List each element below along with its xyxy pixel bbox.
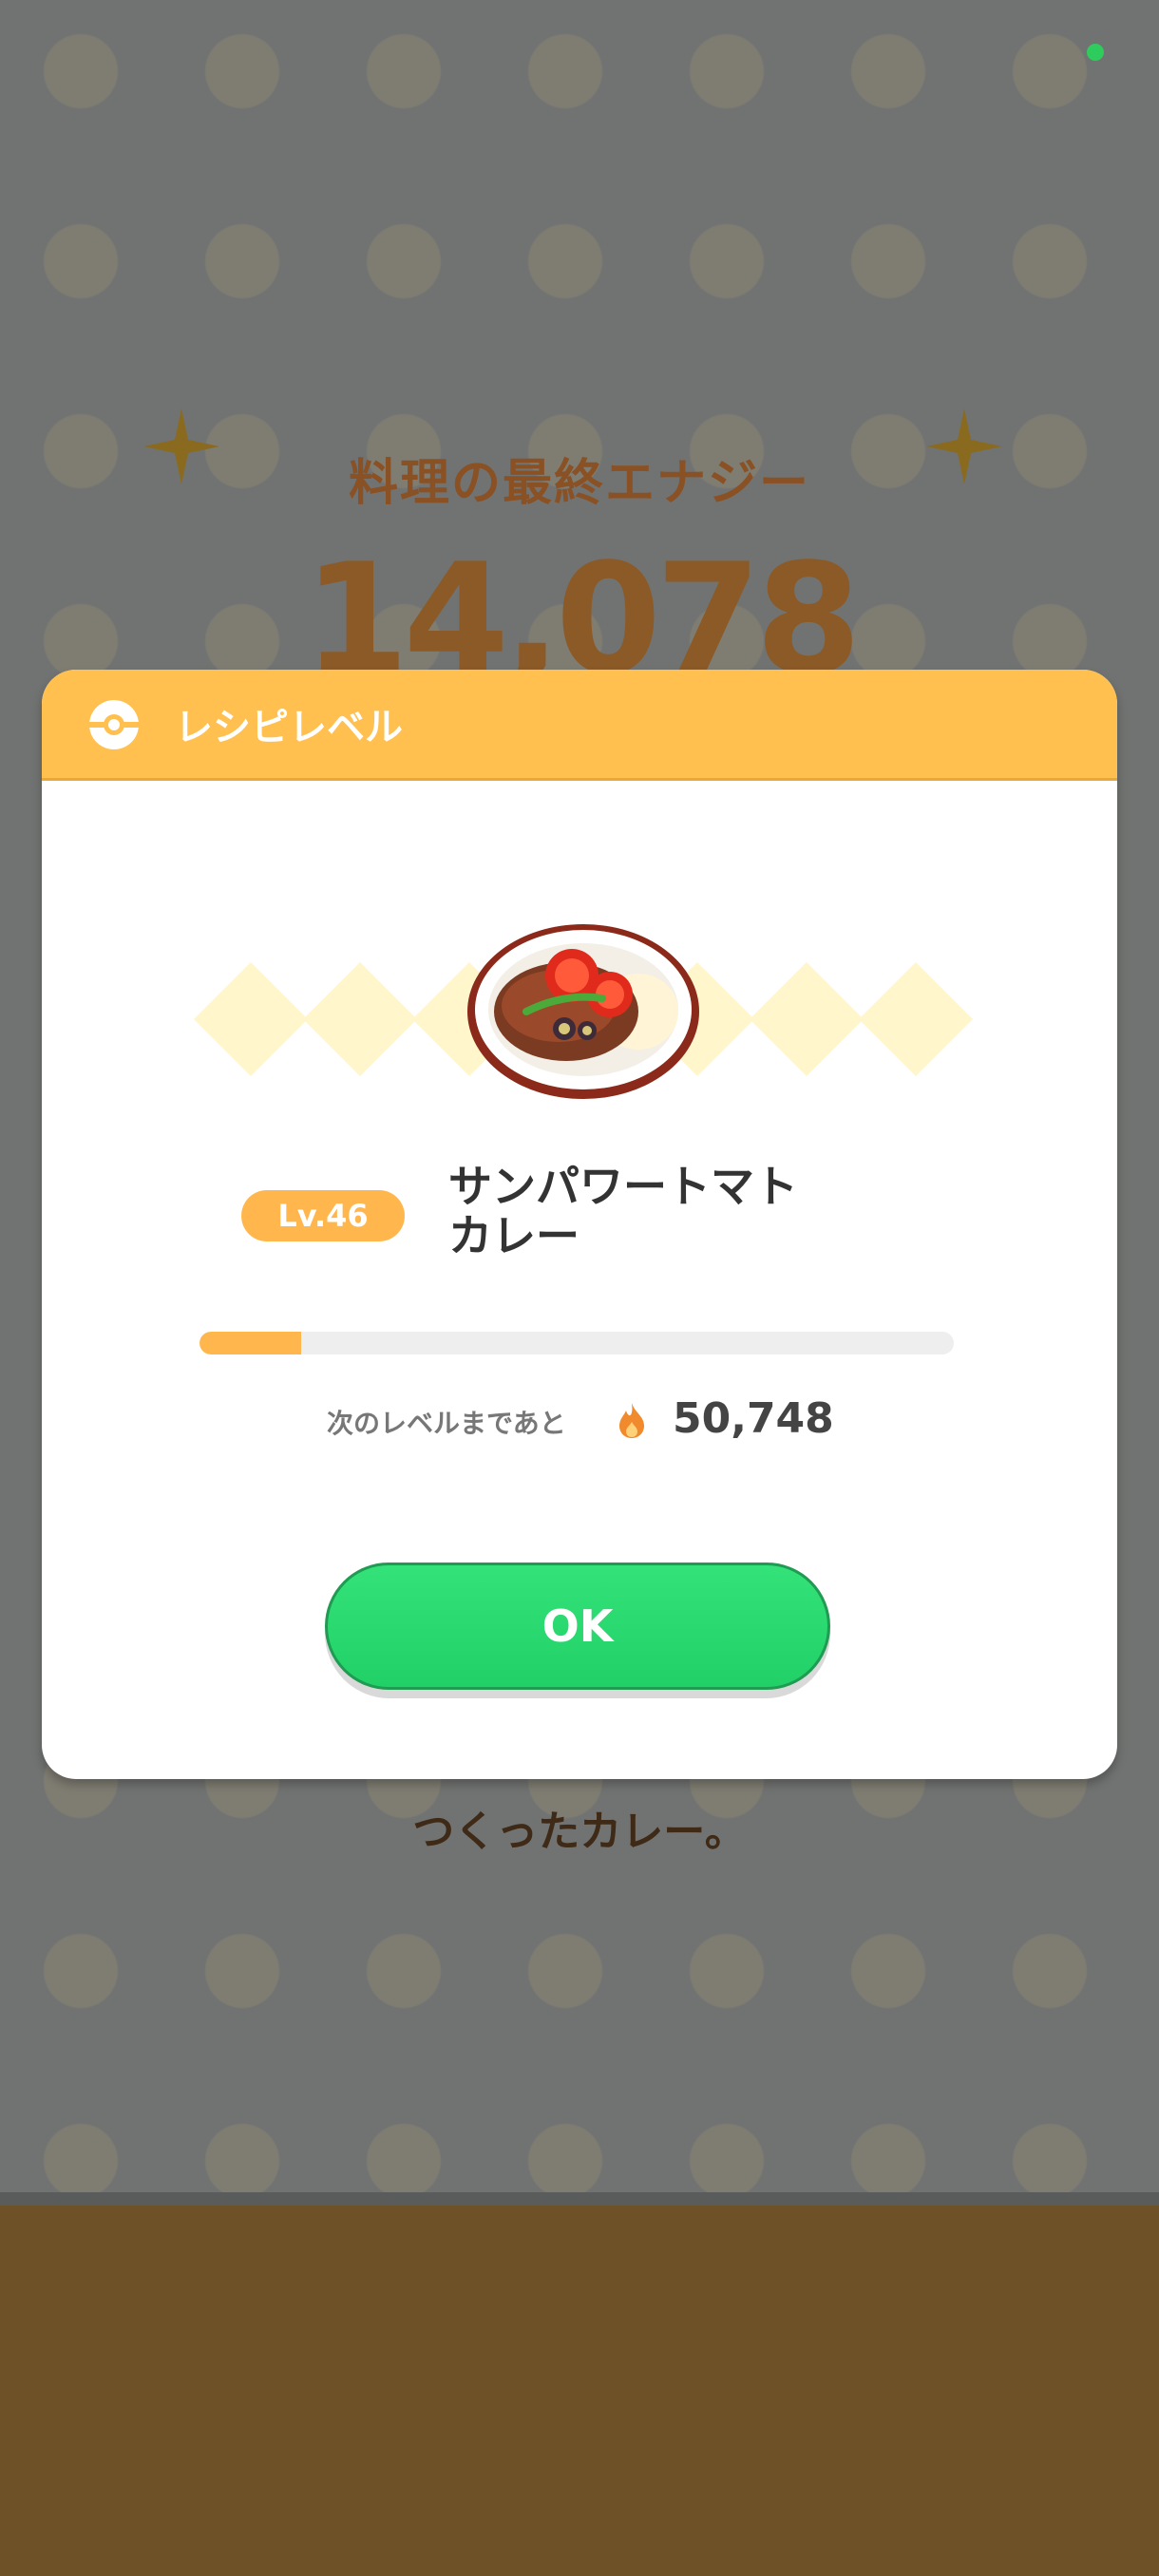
energy-title: 料理の最終エナジー [348,455,810,512]
level-badge: Lv.46 [241,1190,405,1241]
recipe-name: サンパワートマト カレー [448,1162,942,1260]
level-progress-fill [200,1332,302,1354]
footer-text: つくったカレー。 [412,1808,747,1856]
level-progress-bar [200,1332,954,1354]
flame-icon [619,1403,644,1438]
floor [0,2206,1159,2576]
ok-button[interactable]: OK [325,1563,830,1690]
dialog-header: レシピレベル [42,670,1117,781]
curry-dish-image [467,924,699,1099]
recipe-level-dialog: レシピレベル Lv.46 サンパワートマト カレー 次のレベルまであと 50,7… [42,670,1117,1779]
status-indicator-dot [1087,44,1104,61]
recipe-name-line2: カレー [448,1210,580,1261]
next-level-energy-value: 50,748 [673,1394,834,1443]
recipe-name-line1: サンパワートマト [448,1161,798,1212]
next-level-label: 次のレベルまであと [327,1408,566,1439]
pokeball-icon [89,700,139,749]
floor-edge [0,2192,1159,2206]
dialog-title: レシピレベル [175,706,403,749]
